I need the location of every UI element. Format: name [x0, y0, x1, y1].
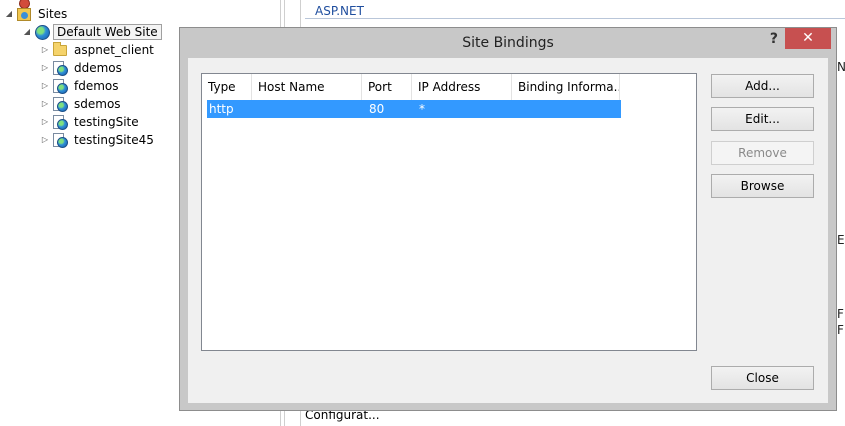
- globe-icon: [34, 24, 50, 40]
- aspnet-section-header: ASP.NET: [315, 4, 364, 18]
- tree-item-aspnet-client[interactable]: ▷ aspnet_client: [40, 41, 157, 58]
- browse-button[interactable]: Browse: [711, 174, 814, 198]
- tree-item-sites[interactable]: ◢ Sites: [4, 0, 70, 22]
- folder-icon: [52, 41, 68, 58]
- close-button[interactable]: Close: [711, 366, 814, 390]
- web-app-icon: [52, 60, 68, 76]
- tree-item-label: Sites: [38, 6, 68, 21]
- edit-button[interactable]: Edit...: [711, 107, 814, 131]
- expand-arrow-icon[interactable]: ▷: [40, 45, 50, 54]
- tree-item-testingsite[interactable]: ▷ testingSite: [40, 113, 142, 130]
- clipped-text: Er: [837, 233, 845, 247]
- tree-item-label: testingSite45: [74, 132, 154, 147]
- sites-icon: [16, 0, 32, 22]
- expand-arrow-icon[interactable]: ▷: [40, 99, 50, 108]
- bindings-list-header: Type Host Name Port IP Address Binding I…: [202, 74, 620, 100]
- web-app-icon: [52, 96, 68, 112]
- column-header-ip-address[interactable]: IP Address: [412, 74, 512, 100]
- collapse-arrow-icon[interactable]: ◢: [22, 27, 32, 36]
- column-header-host-name[interactable]: Host Name: [252, 74, 362, 100]
- collapse-arrow-icon[interactable]: ◢: [4, 9, 14, 18]
- tree-item-sdemos[interactable]: ▷ sdemos: [40, 95, 124, 112]
- table-row[interactable]: http 80 *: [207, 100, 621, 118]
- web-app-icon: [52, 114, 68, 130]
- dialog-title: Site Bindings: [462, 35, 554, 51]
- remove-button[interactable]: Remove: [711, 141, 814, 165]
- web-app-icon: [52, 132, 68, 148]
- expand-arrow-icon[interactable]: ▷: [40, 81, 50, 90]
- clipped-text: F: [837, 307, 844, 321]
- tree-item-ddemos[interactable]: ▷ ddemos: [40, 59, 125, 76]
- section-divider: [305, 18, 845, 19]
- expand-arrow-icon[interactable]: ▷: [40, 63, 50, 72]
- dialog-titlebar[interactable]: Site Bindings ? ✕: [180, 28, 836, 58]
- expand-arrow-icon[interactable]: ▷: [40, 117, 50, 126]
- tree-item-label: Default Web Site: [53, 23, 162, 40]
- tree-item-label: sdemos: [74, 96, 121, 111]
- web-app-icon: [52, 78, 68, 94]
- tree-item-label: ddemos: [74, 60, 122, 75]
- help-button[interactable]: ?: [770, 31, 778, 47]
- cell-type: http: [209, 102, 234, 116]
- clipped-text: N: [837, 60, 845, 74]
- tree-item-label: testingSite: [74, 114, 139, 129]
- site-bindings-dialog: Site Bindings ? ✕ Type Host Name Port IP…: [179, 27, 837, 411]
- column-header-type[interactable]: Type: [202, 74, 252, 100]
- bindings-list[interactable]: Type Host Name Port IP Address Binding I…: [201, 73, 697, 351]
- column-header-port[interactable]: Port: [362, 74, 412, 100]
- tree-item-testingsite45[interactable]: ▷ testingSite45: [40, 131, 157, 148]
- dialog-body: Type Host Name Port IP Address Binding I…: [188, 58, 828, 403]
- tree-item-label: fdemos: [74, 78, 119, 93]
- tree-item-default-web-site[interactable]: ◢ Default Web Site: [22, 23, 162, 40]
- clipped-text: F: [837, 323, 844, 337]
- tree-item-label: aspnet_client: [74, 42, 154, 57]
- cell-port: 80: [369, 102, 385, 116]
- add-button[interactable]: Add...: [711, 74, 814, 98]
- column-header-binding-information[interactable]: Binding Informa...: [512, 74, 620, 100]
- close-icon: ✕: [802, 30, 814, 46]
- cell-binding-information: [517, 100, 621, 118]
- cell-host-name: [257, 100, 367, 118]
- cell-ip-address: *: [419, 102, 425, 116]
- close-window-button[interactable]: ✕: [785, 28, 831, 49]
- expand-arrow-icon[interactable]: ▷: [40, 135, 50, 144]
- tree-item-fdemos[interactable]: ▷ fdemos: [40, 77, 122, 94]
